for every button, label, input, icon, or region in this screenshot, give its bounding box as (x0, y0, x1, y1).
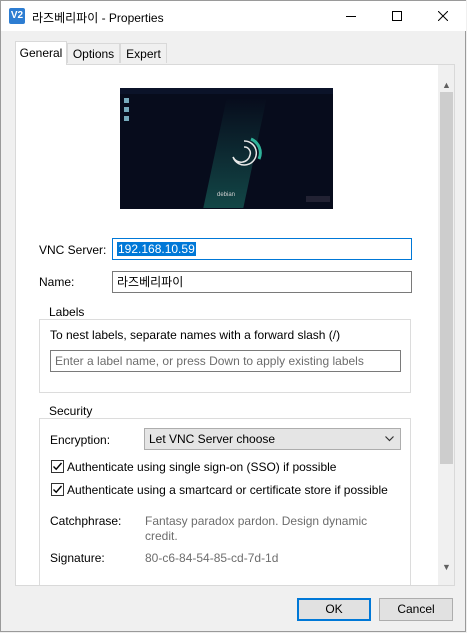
scroll-down-arrow-icon[interactable]: ▼ (438, 560, 454, 574)
checkmark-icon (53, 485, 62, 494)
tab-general[interactable]: General (15, 41, 67, 65)
catchphrase-line-2: credit. (145, 529, 178, 543)
encryption-value: Let VNC Server choose (149, 432, 276, 446)
preview-desktop-icons (124, 98, 130, 198)
labels-group-title: Labels (47, 305, 87, 319)
tab-expert[interactable]: Expert (120, 43, 167, 63)
properties-window: V2 라즈베리파이 - Properties General Options E… (0, 0, 466, 632)
catchphrase-line-1: Fantasy paradox pardon. Design dynamic (145, 514, 368, 528)
signature-value: 80-c6-84-54-85-cd-7d-1d (145, 551, 279, 565)
name-label: Name: (39, 275, 75, 289)
labels-hint: To nest labels, separate names with a fo… (50, 328, 341, 342)
preview-os-label: debian (217, 192, 236, 198)
smartcard-checkbox[interactable] (51, 483, 64, 496)
title-bar[interactable]: V2 라즈베리파이 - Properties (1, 1, 466, 31)
cancel-button[interactable]: Cancel (379, 598, 453, 621)
window-title: 라즈베리파이 - Properties (32, 11, 164, 25)
ok-button[interactable]: OK (297, 598, 371, 621)
vnc-server-value: 192.168.10.59 (117, 242, 196, 256)
security-group-title: Security (47, 404, 95, 418)
scroll-up-arrow-icon[interactable]: ▲ (438, 78, 454, 92)
desktop-preview-thumbnail: debian (120, 88, 333, 209)
catchphrase-label: Catchphrase: (50, 514, 122, 528)
tab-options[interactable]: Options (67, 43, 120, 63)
preview-dock (306, 196, 330, 202)
signature-label: Signature: (50, 551, 105, 565)
scrollbar-thumb[interactable] (440, 92, 453, 464)
sso-label[interactable]: Authenticate using single sign-on (SSO) … (67, 460, 336, 474)
debian-swirl-icon (232, 137, 262, 166)
preview-top-bar (120, 88, 333, 94)
minimize-button[interactable] (328, 1, 374, 31)
checkmark-icon (53, 462, 62, 471)
close-button[interactable] (420, 1, 466, 31)
label-input[interactable]: Enter a label name, or press Down to app… (50, 350, 401, 372)
general-tab-panel: debian VNC Server: 192.168.10.59 Name: 라… (15, 64, 455, 586)
encryption-dropdown[interactable]: Let VNC Server choose (144, 428, 401, 450)
encryption-label: Encryption: (50, 433, 111, 447)
sso-checkbox[interactable] (51, 460, 64, 473)
maximize-button[interactable] (374, 1, 420, 31)
smartcard-label[interactable]: Authenticate using a smartcard or certif… (67, 483, 388, 497)
name-field[interactable]: 라즈베리파이 (112, 271, 412, 293)
vnc-server-field[interactable]: 192.168.10.59 (112, 238, 412, 260)
vnc-server-label: VNC Server: (39, 243, 107, 257)
label-input-placeholder: Enter a label name, or press Down to app… (55, 354, 364, 368)
chevron-down-icon (385, 436, 394, 442)
close-icon (438, 11, 448, 21)
vnc-viewer-app-icon: V2 (9, 8, 25, 24)
